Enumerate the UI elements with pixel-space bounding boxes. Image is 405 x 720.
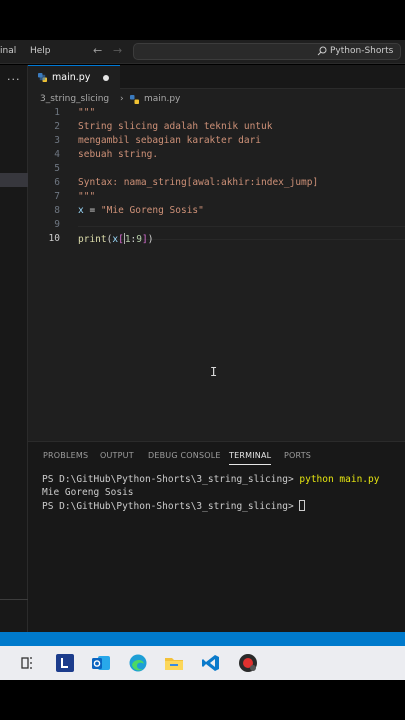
sidebar-divider <box>0 599 28 600</box>
menu-terminal[interactable]: inal <box>0 46 16 56</box>
windows-taskbar <box>0 646 405 680</box>
search-icon <box>317 46 327 56</box>
search-label: Python-Shorts <box>330 46 394 56</box>
editor-tab-bar: main.py <box>28 65 405 89</box>
line-number: 2 <box>54 121 60 132</box>
code-token: ) <box>147 234 154 245</box>
tab-terminal[interactable]: TERMINAL <box>229 451 272 465</box>
tab-problems[interactable]: PROBLEMS <box>43 451 88 460</box>
forward-arrow-icon[interactable]: → <box>113 44 122 57</box>
more-actions-icon[interactable]: ··· <box>7 73 21 86</box>
tab-debug-console[interactable]: DEBUG CONSOLE <box>148 451 221 460</box>
line-number: 9 <box>54 219 60 230</box>
letterbox-top <box>0 0 405 40</box>
tab-label: main.py <box>52 72 91 83</box>
edge-icon[interactable] <box>128 653 148 673</box>
terminal-line: PS D:\GitHub\Python-Shorts\3_string_slic… <box>42 500 306 512</box>
tab-main-py[interactable]: main.py <box>28 65 120 89</box>
code-line: print(x[1:9]) <box>78 233 153 245</box>
terminal-command: python main.py <box>299 474 380 485</box>
outlook-icon[interactable] <box>91 653 111 673</box>
chevron-right-icon: › <box>120 94 124 104</box>
line-number: 4 <box>54 149 60 160</box>
line-number: 8 <box>54 205 60 216</box>
code-line: """ <box>78 191 96 202</box>
back-arrow-icon[interactable]: ← <box>93 44 102 57</box>
command-center-search[interactable]: Python-Shorts <box>133 43 401 60</box>
l-app-icon[interactable] <box>55 653 75 673</box>
terminal-prompt: PS D:\GitHub\Python-Shorts\3_string_slic… <box>42 501 300 512</box>
title-bar: inal Help ← → Python-Shorts <box>0 40 405 64</box>
editor-area: main.py 3_string_slicing › main.py 1 """… <box>28 65 405 441</box>
breadcrumb-folder[interactable]: 3_string_slicing <box>40 94 109 104</box>
terminal-cursor <box>299 500 306 511</box>
bottom-panel: PROBLEMS OUTPUT DEBUG CONSOLE TERMINAL P… <box>28 441 405 632</box>
selected-explorer-item[interactable] <box>0 173 28 187</box>
vscode-icon[interactable] <box>201 653 221 673</box>
screen-recorder-icon[interactable] <box>238 653 258 673</box>
line-number: 10 <box>48 233 60 244</box>
status-bar <box>0 632 405 646</box>
line-number: 7 <box>54 191 60 202</box>
line-number: 1 <box>54 107 60 118</box>
code-token: = <box>83 205 101 216</box>
code-line: String slicing adalah teknik untuk <box>78 121 273 132</box>
terminal-output: Mie Goreng Sosis <box>42 487 134 498</box>
code-token: print <box>78 234 107 245</box>
terminal-prompt: PS D:\GitHub\Python-Shorts\3_string_slic… <box>42 474 300 485</box>
code-line: sebuah string. <box>78 149 159 160</box>
line-number: 6 <box>54 177 60 188</box>
code-token: "Mie Goreng Sosis" <box>100 205 204 216</box>
code-line: x = "Mie Goreng Sosis" <box>78 205 204 216</box>
mouse-ibeam-icon: I <box>210 365 218 379</box>
explorer-sidebar: ··· <box>0 65 28 632</box>
python-file-icon <box>38 73 47 82</box>
tab-output[interactable]: OUTPUT <box>100 451 134 460</box>
breadcrumb-file[interactable]: main.py <box>144 94 180 104</box>
code-line: """ <box>78 107 96 118</box>
terminal-line: PS D:\GitHub\Python-Shorts\3_string_slic… <box>42 474 379 485</box>
line-number: 3 <box>54 135 60 146</box>
code-line: mengambil sebagian karakter dari <box>78 135 262 146</box>
code-line: Syntax: nama_string[awal:akhir:index_jum… <box>78 177 319 188</box>
line-number: 5 <box>54 163 60 174</box>
letterbox-bottom <box>0 680 405 720</box>
panel-tab-bar: PROBLEMS OUTPUT DEBUG CONSOLE TERMINAL P… <box>28 442 405 468</box>
python-file-icon <box>130 95 139 104</box>
menu-help[interactable]: Help <box>30 46 51 56</box>
file-explorer-icon[interactable] <box>164 653 184 673</box>
unsaved-dot-icon[interactable] <box>103 75 109 81</box>
task-view-icon[interactable] <box>17 653 37 673</box>
tab-ports[interactable]: PORTS <box>284 451 311 460</box>
